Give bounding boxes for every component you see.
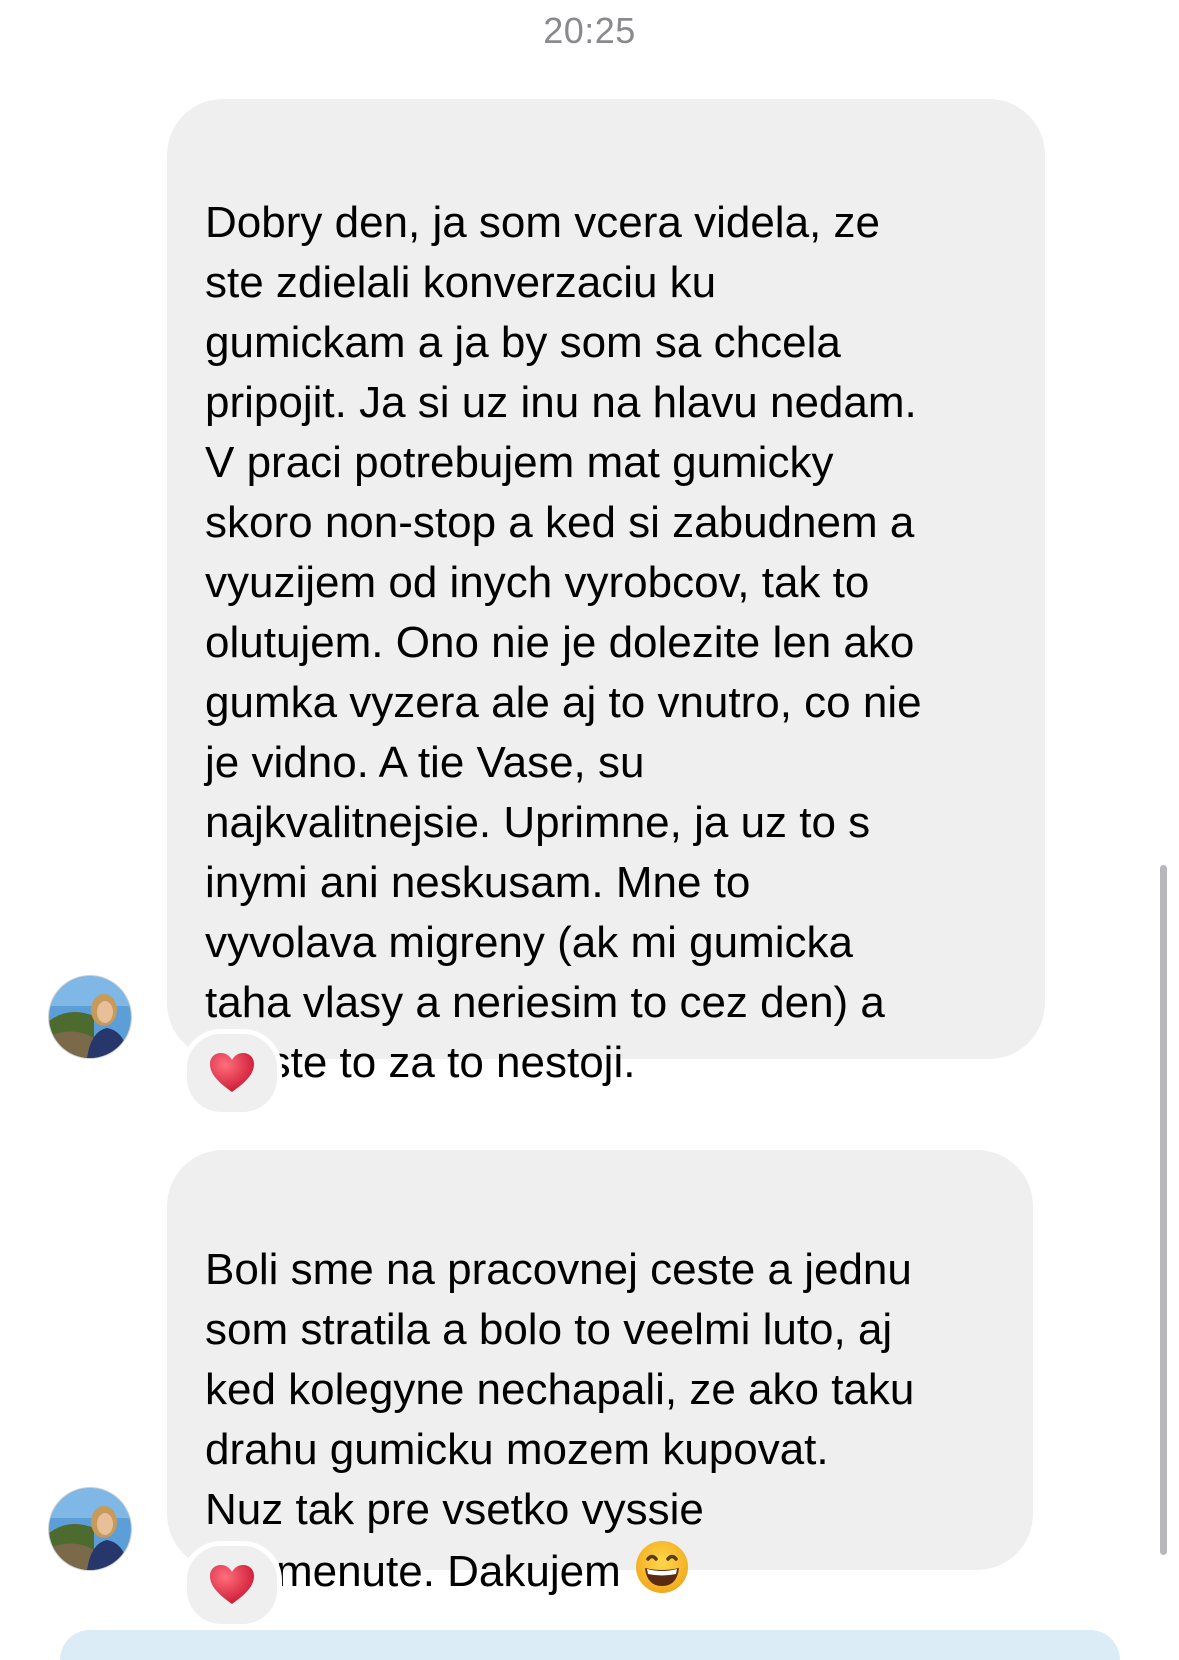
message-bubble-2[interactable]: Boli sme na pracovnej ceste a jednu som … (167, 1150, 1033, 1596)
sender-avatar-2[interactable] (48, 1487, 132, 1571)
message-text-2: Boli sme na pracovnej ceste a jednu som … (205, 1245, 915, 1596)
heart-icon (210, 1565, 254, 1604)
message-text-1: Dobry den, ja som vcera videla, ze ste z… (205, 198, 922, 1087)
avatar-photo-icon (49, 1488, 131, 1570)
heart-icon (210, 1053, 254, 1092)
scrollbar[interactable] (1160, 865, 1167, 1555)
reaction-badge-1[interactable] (182, 1029, 282, 1117)
message-timestamp: 20:25 (543, 10, 636, 51)
grinning-face-icon (635, 1541, 688, 1593)
avatar-photo-icon (49, 976, 131, 1058)
sender-avatar-1[interactable] (48, 975, 132, 1059)
message-bubble-1[interactable]: Dobry den, ja som vcera videla, ze ste z… (167, 99, 1045, 1087)
next-message-edge (60, 1630, 1120, 1660)
reaction-badge-2[interactable] (182, 1541, 282, 1629)
